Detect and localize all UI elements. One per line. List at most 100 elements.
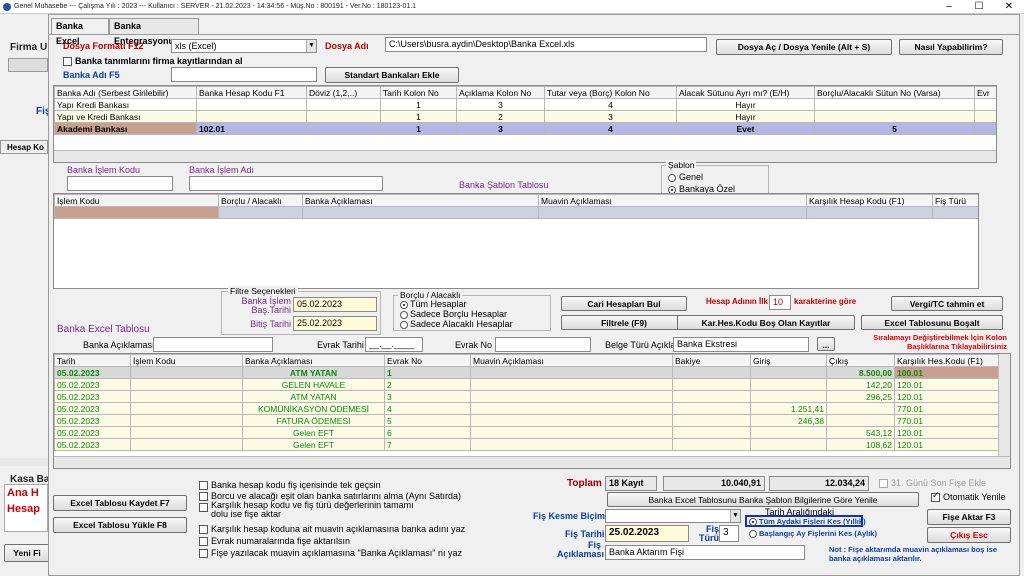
cell[interactable] [672, 414, 751, 427]
chevron-down-icon[interactable]: ▼ [306, 40, 316, 52]
sablon-col-header[interactable]: Muavin Açıklaması [538, 194, 807, 207]
cell[interactable] [306, 122, 381, 135]
cell[interactable]: Gelen EFT [242, 438, 385, 451]
cell[interactable]: FATURA ÖDEMESİ [242, 414, 385, 427]
sablon-col-header[interactable]: Fiş Türü [932, 194, 978, 207]
cell[interactable] [130, 414, 243, 427]
son-fise-checkbox[interactable] [879, 479, 888, 488]
bank-col-header[interactable]: Evr [974, 86, 996, 99]
cell[interactable] [130, 402, 243, 415]
excel-col-header[interactable]: Muavin Açıklaması [470, 354, 673, 367]
cell[interactable]: 2 [456, 110, 545, 123]
cell[interactable]: 05.02.2023 [54, 390, 131, 403]
cell[interactable]: 1.251,41 [750, 402, 827, 415]
excel-bosalt-button[interactable]: Excel Tablosunu Boşalt [861, 315, 1003, 330]
table-row[interactable]: 05.02.2023 FATURA ÖDEMESİ 5 246,38 770.01 [54, 414, 1001, 427]
bank-definitions-checkbox[interactable] [63, 57, 72, 66]
cell[interactable]: 108,62 [826, 438, 895, 451]
cell[interactable]: 1 [380, 110, 457, 123]
table-row-selected[interactable]: 05.02.2023 ATM YATAN 1 8.500,00 100.01 [54, 366, 1001, 379]
cell[interactable] [672, 402, 751, 415]
cell[interactable] [672, 426, 751, 439]
bank-name-input[interactable] [171, 67, 317, 82]
close-icon[interactable]: ✕ [994, 0, 1024, 14]
bank-col-header[interactable]: Tutar veya (Borç) Kolon No [544, 86, 677, 99]
tum-ay-option[interactable]: Tüm Aydaki Fişleri Kes (Yıllık) [745, 515, 866, 527]
cell[interactable] [826, 402, 895, 415]
cell[interactable] [974, 122, 996, 135]
cell[interactable]: 102.01 [196, 122, 307, 135]
excel-table-vscrollbar[interactable] [998, 354, 1010, 456]
add-standard-banks-button[interactable]: Standart Bankaları Ekle [325, 67, 459, 83]
cell[interactable] [470, 426, 673, 439]
cell[interactable] [470, 402, 673, 415]
end-date-input[interactable]: 25.02.2023 [293, 316, 377, 331]
cell[interactable]: 7 [384, 438, 471, 451]
cell[interactable] [130, 366, 243, 379]
open-file-button[interactable]: Dosya Aç / Dosya Yenile (Alt + S) [716, 39, 892, 55]
cell[interactable]: 4 [384, 402, 471, 415]
bank-col-header[interactable]: Alacak Sütunu Ayrı mı? (E/H) [676, 86, 815, 99]
table-row[interactable]: 05.02.2023 Gelen EFT 6 543,12 120.01 [54, 426, 1001, 439]
cell[interactable]: 05.02.2023 [54, 378, 131, 391]
cell[interactable] [974, 110, 996, 123]
cell[interactable]: 770.01 [894, 402, 1001, 415]
filtrele-button[interactable]: Filtrele (F9) [561, 315, 687, 330]
bank-col-header[interactable]: Banka Adı (Serbest Girilebilir) [54, 86, 197, 99]
option-checkbox[interactable] [199, 525, 208, 534]
cell[interactable]: 3 [384, 390, 471, 403]
table-row[interactable]: Yapı Kredi Bankası 1 3 4 Hayır [54, 98, 996, 111]
cell[interactable]: 05.02.2023 [54, 366, 131, 379]
sablon-col-header[interactable]: Karşılık Hesap Kodu (F1) [806, 194, 933, 207]
cell[interactable] [672, 390, 751, 403]
cell[interactable] [814, 98, 975, 111]
sablon-col-header[interactable]: Banka Açıklaması [302, 194, 539, 207]
cell[interactable]: 4 [544, 98, 677, 111]
cell[interactable] [54, 206, 219, 219]
option-checkbox[interactable] [199, 492, 208, 501]
tum-ay-radio[interactable] [749, 518, 757, 526]
cell[interactable] [196, 98, 307, 111]
cell[interactable] [470, 414, 673, 427]
sablon-col-header[interactable]: İşlem Kodu [54, 194, 219, 207]
ba-borc-radio[interactable] [400, 311, 408, 319]
cell[interactable] [470, 378, 673, 391]
cell[interactable]: 8.500,00 [826, 366, 895, 379]
cell[interactable]: 120.01 [894, 390, 1001, 403]
bg-scrollbar[interactable] [0, 458, 48, 466]
cell[interactable] [826, 414, 895, 427]
cell[interactable]: 5 [814, 122, 975, 135]
cell[interactable] [218, 206, 303, 219]
start-date-input[interactable]: 05.02.2023 [293, 297, 377, 312]
cell[interactable] [750, 390, 827, 403]
cell[interactable] [130, 390, 243, 403]
cell[interactable]: Evet [676, 122, 815, 135]
cell[interactable]: Gelen EFT [242, 426, 385, 439]
bank-col-header[interactable]: Banka Hesap Kodu F1 [196, 86, 307, 99]
bg-yeni-button[interactable]: Yeni Fi [4, 544, 50, 562]
cell[interactable]: 543,12 [826, 426, 895, 439]
cell[interactable]: 1 [380, 98, 457, 111]
cell[interactable] [302, 206, 539, 219]
excel-col-header[interactable]: Giriş [750, 354, 827, 367]
cell[interactable] [130, 426, 243, 439]
cell[interactable]: 120.01 [894, 438, 1001, 451]
evrak-tarihi-input[interactable]: __.__.____ [365, 337, 423, 352]
excel-save-button[interactable]: Excel Tablosu Kaydet F7 [53, 495, 187, 511]
cell[interactable]: 05.02.2023 [54, 438, 131, 451]
evrak-no-input[interactable] [495, 337, 591, 352]
cell[interactable] [306, 98, 381, 111]
cell[interactable]: 142,20 [826, 378, 895, 391]
excel-col-header[interactable]: Karşılık Hes.Kodu (F1) [894, 354, 1001, 367]
cari-hesaplari-bul-button[interactable]: Cari Hesapları Bul [561, 296, 687, 311]
cell[interactable] [750, 426, 827, 439]
cell[interactable] [814, 110, 975, 123]
karhes-bos-button[interactable]: Kar.Hes.Kodu Boş Olan Kayıtlar [677, 315, 855, 330]
cell[interactable] [470, 438, 673, 451]
cell[interactable]: 05.02.2023 [54, 426, 131, 439]
cell[interactable]: 3 [456, 98, 545, 111]
cell[interactable] [306, 110, 381, 123]
excel-col-header[interactable]: Bakiye [672, 354, 751, 367]
cell[interactable]: Hayır [676, 110, 815, 123]
kesme-select[interactable]: ▼ [605, 509, 741, 523]
